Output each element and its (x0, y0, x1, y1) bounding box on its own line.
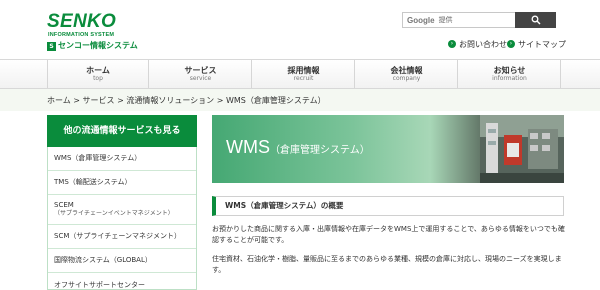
nav-sublabel: information (492, 75, 527, 82)
contact-link[interactable]: › お問い合わせ (448, 39, 507, 49)
sidebar-item-label: TMS（輸配送システム） (54, 178, 132, 186)
logo-japanese-text: センコー情報システム (58, 41, 138, 50)
sidebar-heading: 他の流通情報サービスも見る (47, 115, 197, 147)
logo-tagline: INFORMATION SYSTEM (48, 32, 115, 38)
sidebar-item-label: SCM（サプライチェーンマネジメント） (54, 232, 182, 240)
sidebar-item-sublabel: （サプライチェーンイベントマネジメント） (54, 210, 174, 217)
sidebar-item-global[interactable]: 国際物流システム（GLOBAL） (48, 249, 196, 273)
nav-label: サービス (184, 66, 217, 75)
site-header: SENKO INFORMATION SYSTEM S センコー情報システム Go… (0, 0, 600, 58)
sidebar-item-tms[interactable]: TMS（輸配送システム） (48, 171, 196, 195)
nav-item-service[interactable]: サービス service (150, 60, 252, 88)
global-nav: ホーム top サービス service 採用情報 recruit 会社情報 c… (0, 59, 600, 89)
sitemap-link-label: サイトマップ (518, 39, 566, 49)
section-heading: WMS（倉庫管理システム）の概要 (212, 196, 564, 216)
hero-banner: WMS（倉庫管理システム） (212, 115, 564, 183)
nav-item-company[interactable]: 会社情報 company (356, 60, 458, 88)
sidebar-item-label: WMS（倉庫管理システム） (54, 154, 142, 162)
sidebar-item-label: SCEM (54, 201, 74, 209)
sidebar-item-scem[interactable]: SCEM （サプライチェーンイベントマネジメント） (48, 195, 196, 225)
nav-item-information[interactable]: お知らせ information (459, 60, 561, 88)
logo-wordmark: SENKO (47, 11, 117, 32)
senko-logo[interactable]: SENKO INFORMATION SYSTEM S センコー情報システム (47, 11, 138, 52)
sidebar-item-wms[interactable]: WMS（倉庫管理システム） (48, 147, 196, 171)
sidebar-item-label: オフサイトサポートセンター (54, 280, 145, 289)
sidebar-list: WMS（倉庫管理システム） TMS（輸配送システム） SCEM （サプライチェー… (47, 147, 197, 290)
site-search: Google 提供 (402, 12, 556, 28)
contact-link-label: お問い合わせ (459, 39, 507, 49)
search-button[interactable] (515, 12, 556, 28)
nav-sublabel: service (189, 75, 212, 82)
breadcrumb[interactable]: ホーム > サービス > 流通情報ソリューション > WMS（倉庫管理システム） (47, 96, 326, 105)
nav-item-home[interactable]: ホーム top (47, 60, 149, 88)
nav-label: お知らせ (493, 66, 526, 75)
sitemap-link[interactable]: › サイトマップ (507, 39, 566, 49)
nav-sublabel: top (93, 75, 103, 82)
search-placeholder: 提供 (438, 16, 453, 24)
section-paragraph: 住宅資材、石油化学・樹脂、量販品に至るまでのあらゆる業種、規模の倉庫に対応し、現… (212, 255, 562, 274)
nav-sublabel: company (392, 75, 421, 82)
sidebar-item-label: 国際物流システム（GLOBAL） (54, 256, 152, 264)
hero-title-sub: （倉庫管理システム） (270, 145, 370, 156)
nav-sublabel: recruit (293, 75, 314, 82)
warehouse-photo (480, 115, 564, 183)
sidebar-item-scm[interactable]: SCM（サプライチェーンマネジメント） (48, 225, 196, 249)
logo-japanese: S センコー情報システム (47, 40, 138, 52)
nav-label: 採用情報 (287, 66, 320, 75)
nav-label: ホーム (86, 66, 110, 75)
nav-label: 会社情報 (390, 66, 423, 75)
arrow-right-icon: › (448, 40, 456, 48)
arrow-right-icon: › (507, 40, 515, 48)
search-input[interactable]: Google 提供 (402, 12, 515, 28)
logo-mark-icon: S (47, 41, 56, 51)
nav-item-recruit[interactable]: 採用情報 recruit (253, 60, 355, 88)
google-label: Google (407, 15, 435, 25)
hero-title-main: WMS (226, 137, 270, 157)
section-paragraph: お預かりした商品に関する入庫・出庫情報や在庫データをWMS上で運用することで、あ… (212, 225, 565, 244)
hero-title: WMS（倉庫管理システム） (226, 137, 370, 161)
sidebar-item-offsite[interactable]: オフサイトサポートセンター (48, 273, 196, 290)
search-icon (531, 15, 540, 25)
